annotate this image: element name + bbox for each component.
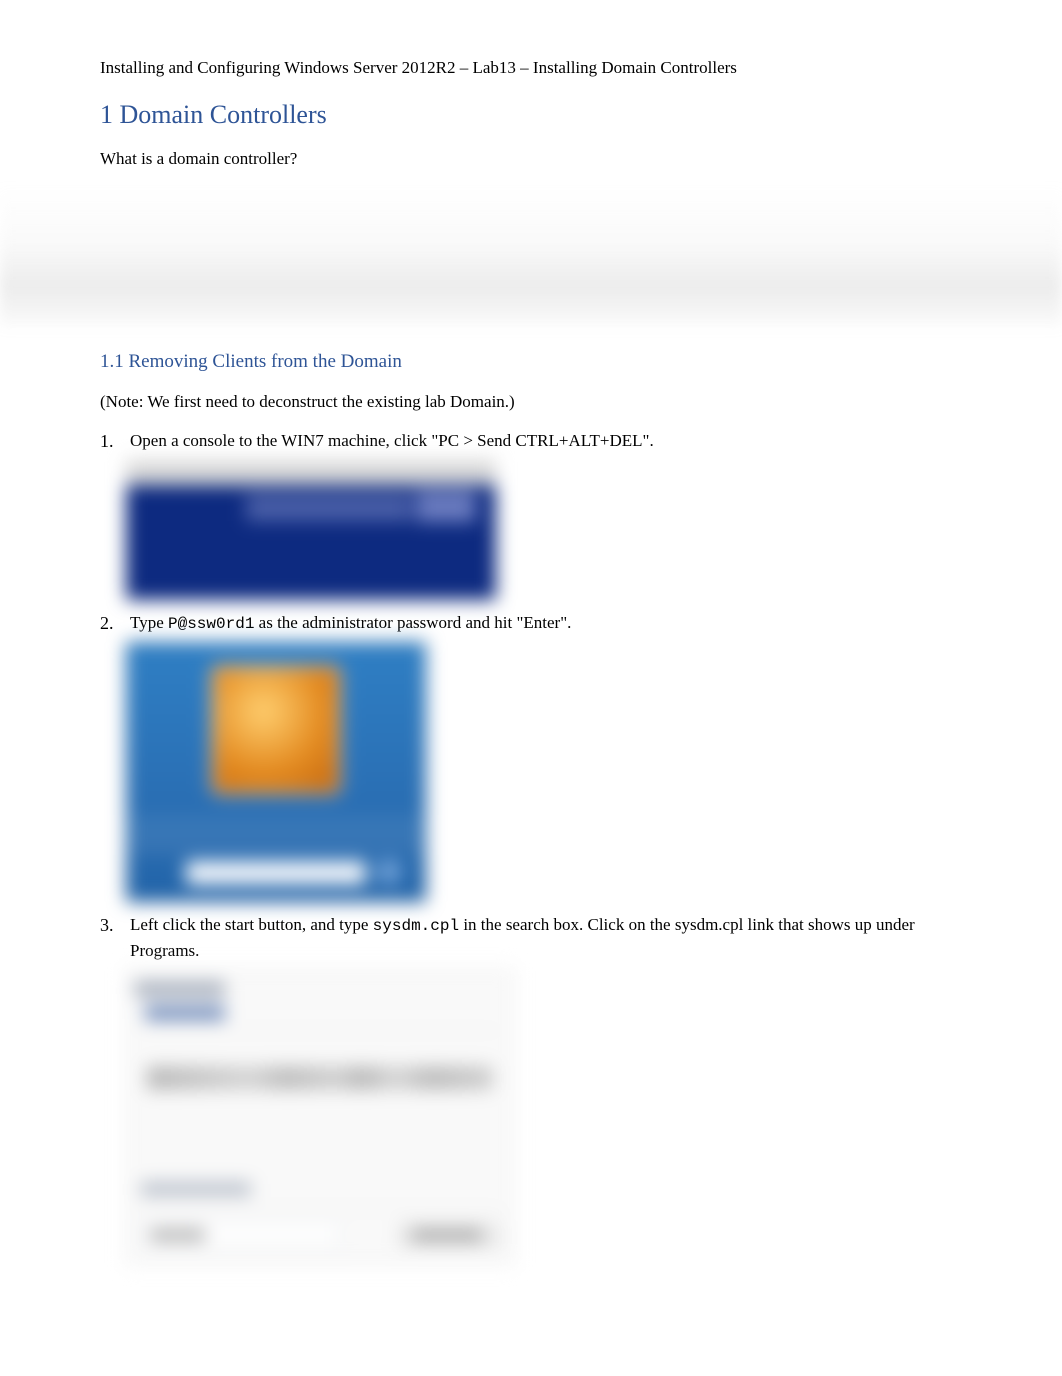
step-number: 1.: [100, 428, 114, 455]
heading-removing-clients: 1.1 Removing Clients from the Domain: [100, 348, 962, 377]
step-pre: Left click the start button, and type: [130, 915, 373, 934]
search-input: [141, 1222, 341, 1246]
divider: [139, 1030, 501, 1031]
steps-list: 1. Open a console to the WIN7 machine, c…: [100, 428, 962, 1265]
page-header: Installing and Configuring Windows Serve…: [100, 55, 962, 81]
password-field: [186, 861, 366, 885]
step-text: Left click the start button, and type sy…: [130, 915, 915, 960]
step-pre: Type: [130, 613, 168, 632]
screenshot-win7-login: [126, 642, 426, 902]
user-avatar-icon: [211, 665, 341, 795]
step-code: sysdm.cpl: [373, 917, 459, 935]
step-code: P@ssw0rd1: [168, 615, 254, 633]
step-2: 2. Type P@ssw0rd1 as the administrator p…: [100, 610, 962, 902]
step-text: Open a console to the WIN7 machine, clic…: [130, 431, 654, 450]
shutdown-button: [399, 1222, 499, 1246]
login-arrow-icon: [376, 859, 402, 885]
screenshot-console-ctrl-alt-del: [126, 460, 496, 600]
step-number: 2.: [100, 610, 114, 637]
screenshot-start-search: [126, 969, 514, 1265]
redacted-blur-region: [0, 185, 1062, 330]
step-text: Type P@ssw0rd1 as the administrator pass…: [130, 613, 571, 632]
step-number: 3.: [100, 912, 114, 939]
login-bar: [127, 815, 425, 855]
heading-domain-controllers: 1 Domain Controllers: [100, 95, 962, 134]
divider: [135, 1208, 505, 1209]
sysdm-link: [145, 1006, 225, 1020]
programs-header: [135, 982, 225, 996]
note-deconstruct: (Note: We first need to deconstruct the …: [100, 389, 962, 415]
step-3: 3. Left click the start button, and type…: [100, 912, 962, 1266]
intro-question: What is a domain controller?: [100, 146, 962, 172]
step-1: 1. Open a console to the WIN7 machine, c…: [100, 428, 962, 600]
step-post: as the administrator password and hit "E…: [254, 613, 571, 632]
see-more-results: [141, 1182, 251, 1196]
blurred-content: [147, 1066, 493, 1090]
